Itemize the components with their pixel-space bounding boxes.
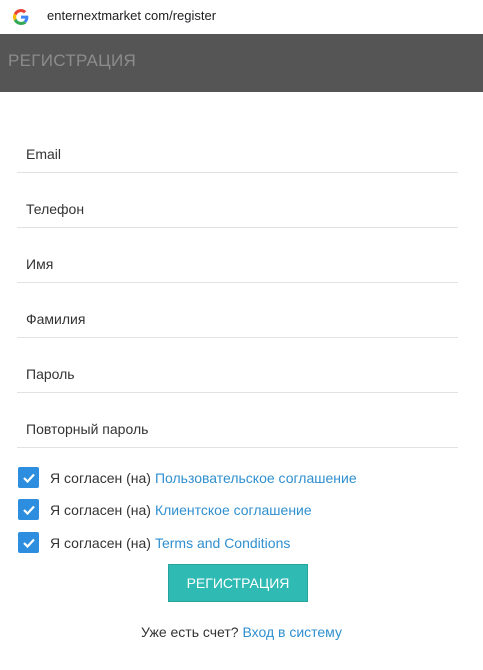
google-g-icon	[13, 9, 29, 25]
agreement-prefix: Я согласен (на)	[50, 501, 151, 518]
agreement-terms: Я согласен (на) Terms and Conditions	[18, 532, 458, 553]
register-button[interactable]: РЕГИСТРАЦИЯ	[168, 564, 308, 602]
first-name-input[interactable]	[17, 228, 458, 282]
client-agreement-checkbox[interactable]	[18, 499, 39, 520]
phone-field[interactable]	[17, 173, 458, 228]
login-row: Уже есть счет? Вход в систему	[0, 624, 483, 640]
browser-address-bar[interactable]: enternextmarket com/register	[0, 0, 483, 34]
repeat-password-field[interactable]	[17, 393, 458, 448]
last-name-input[interactable]	[17, 283, 458, 337]
user-agreement-link[interactable]: Пользовательское соглашение	[155, 470, 357, 486]
url-text[interactable]: enternextmarket com/register	[47, 8, 216, 23]
agreement-user: Я согласен (на) Пользовательское соглаше…	[18, 467, 458, 488]
terms-link[interactable]: Terms and Conditions	[155, 535, 290, 551]
checkmark-icon	[22, 538, 35, 548]
client-agreement-link[interactable]: Клиентское соглашение	[155, 502, 312, 518]
login-prompt: Уже есть счет?	[141, 624, 239, 640]
agreement-prefix: Я согласен (на)	[50, 469, 151, 486]
user-agreement-checkbox[interactable]	[18, 467, 39, 488]
agreement-client: Я согласен (на) Клиентское соглашение	[18, 499, 458, 520]
login-link[interactable]: Вход в систему	[242, 624, 342, 640]
password-field[interactable]	[17, 338, 458, 393]
checkmark-icon	[22, 505, 35, 515]
page-title: РЕГИСТРАЦИЯ	[8, 51, 137, 70]
agreement-prefix: Я согласен (на)	[50, 534, 151, 551]
checkmark-icon	[22, 473, 35, 483]
page-header: РЕГИСТРАЦИЯ	[0, 34, 483, 92]
email-field[interactable]	[17, 118, 458, 173]
password-input[interactable]	[17, 338, 458, 392]
first-name-field[interactable]	[17, 228, 458, 283]
email-input[interactable]	[17, 118, 458, 172]
terms-checkbox[interactable]	[18, 532, 39, 553]
last-name-field[interactable]	[17, 283, 458, 338]
phone-input[interactable]	[17, 173, 458, 227]
repeat-password-input[interactable]	[17, 393, 458, 447]
